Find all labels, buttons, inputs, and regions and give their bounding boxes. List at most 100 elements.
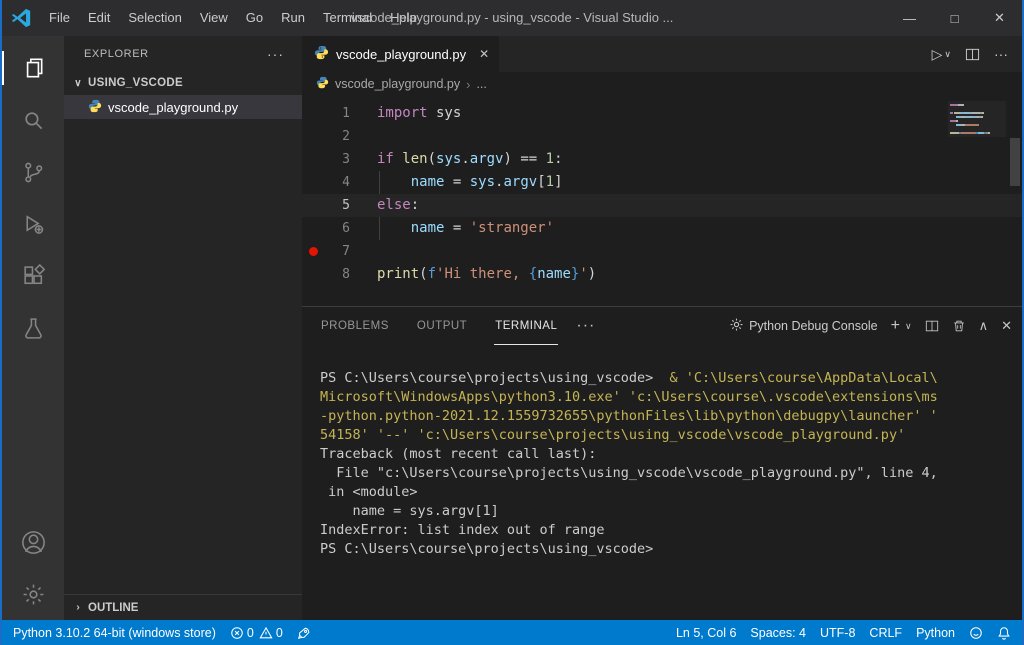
python-file-icon	[88, 99, 102, 116]
terminal-output[interactable]: PS C:\Users\course\projects\using_vscode…	[302, 345, 1022, 620]
code-line[interactable]: 3if len(sys.argv) == 1:	[302, 148, 1022, 171]
panel-header: PROBLEMS OUTPUT TERMINAL ··· Python Debug …	[302, 307, 1022, 345]
terminal-line: in <module>	[320, 483, 1008, 502]
line-number: 4	[324, 171, 350, 194]
breakpoint-gutter[interactable]	[302, 125, 324, 148]
python-interpreter[interactable]: Python 3.10.2 64-bit (windows store)	[6, 620, 223, 645]
indentation[interactable]: Spaces: 4	[743, 620, 813, 645]
breakpoint-gutter[interactable]	[302, 171, 324, 194]
chevron-right-icon: ›	[72, 602, 84, 613]
breakpoint-dot[interactable]	[302, 240, 324, 263]
breakpoint-gutter[interactable]	[302, 148, 324, 171]
maximize-button[interactable]: □	[932, 0, 977, 36]
breakpoint-gutter[interactable]	[302, 217, 324, 240]
editor-scrollbar[interactable]	[1010, 138, 1020, 186]
panel-more-actions-icon[interactable]: ···	[576, 317, 595, 335]
indent-guide	[379, 171, 380, 194]
breakpoint-gutter[interactable]	[302, 194, 324, 217]
editor-more-actions-icon[interactable]: ···	[994, 46, 1008, 62]
cursor-position[interactable]: Ln 5, Col 6	[669, 620, 743, 645]
code-text: print(f'Hi there, {name}')	[377, 263, 596, 286]
warning-icon	[259, 626, 273, 640]
indent-guide	[379, 217, 380, 240]
run-debug-icon[interactable]	[2, 198, 64, 250]
source-control-icon[interactable]	[2, 146, 64, 198]
python-file-icon	[316, 76, 329, 92]
breadcrumb-file[interactable]: vscode_playground.py	[335, 77, 460, 91]
tab-close-icon[interactable]: ✕	[479, 47, 489, 61]
menu-go[interactable]: Go	[237, 0, 272, 36]
code-line[interactable]: 8print(f'Hi there, {name}')	[302, 263, 1022, 286]
line-number: 6	[324, 217, 350, 240]
code-line[interactable]: 5else:	[302, 194, 1022, 217]
run-button[interactable]: ▷∨	[932, 46, 951, 63]
code-text: if len(sys.argv) == 1:	[377, 148, 563, 171]
minimap[interactable]	[948, 101, 1006, 137]
code-line[interactable]: 7	[302, 240, 1022, 263]
vscode-window: FileEditSelectionViewGoRunTerminalHelp v…	[0, 0, 1024, 645]
close-button[interactable]: ✕	[977, 0, 1022, 36]
breadcrumb-symbol-more[interactable]: ...	[476, 77, 486, 91]
terminal-line: name = sys.argv[1]	[320, 502, 1008, 521]
error-icon	[230, 626, 244, 640]
settings-gear-icon[interactable]	[2, 568, 64, 620]
terminal-line: PS C:\Users\course\projects\using_vscode…	[320, 540, 1008, 559]
split-terminal-icon[interactable]	[925, 319, 939, 333]
breakpoint-icon	[309, 247, 318, 256]
panel-tab-output[interactable]: OUTPUT	[416, 307, 468, 345]
explorer-more-actions-icon[interactable]: ···	[267, 46, 284, 62]
window-controls: — □ ✕	[887, 0, 1022, 36]
account-icon[interactable]	[2, 516, 64, 568]
folder-section-using-vscode[interactable]: ∨ USING_VSCODE	[64, 71, 302, 95]
chevron-down-icon: ∨	[72, 78, 84, 89]
panel-tab-problems[interactable]: PROBLEMS	[320, 307, 390, 345]
minimap-line	[950, 128, 1004, 130]
panel-tab-terminal[interactable]: TERMINAL	[494, 307, 558, 345]
minimap-line	[950, 120, 1004, 122]
minimize-button[interactable]: —	[887, 0, 932, 36]
search-icon[interactable]	[2, 94, 64, 146]
menu-file[interactable]: File	[40, 0, 79, 36]
code-line[interactable]: 2	[302, 125, 1022, 148]
tab-vscode-playground[interactable]: vscode_playground.py ✕	[302, 36, 500, 72]
language-mode[interactable]: Python	[909, 620, 962, 645]
menu-run[interactable]: Run	[272, 0, 314, 36]
breadcrumb[interactable]: vscode_playground.py › ...	[302, 72, 1022, 96]
code-line[interactable]: 6 name = 'stranger'	[302, 217, 1022, 240]
debug-launch-icon[interactable]	[290, 620, 318, 645]
testing-icon[interactable]	[2, 302, 64, 354]
feedback-icon[interactable]	[962, 620, 990, 645]
file-item[interactable]: vscode_playground.py	[64, 95, 302, 119]
code-text: name = sys.argv[1]	[377, 171, 563, 194]
encoding[interactable]: UTF-8	[813, 620, 862, 645]
activity-bar	[2, 36, 64, 620]
close-panel-icon[interactable]: ✕	[1001, 318, 1012, 334]
problems-indicator[interactable]: 0 0	[223, 620, 290, 645]
new-terminal-button[interactable]: +∨	[891, 317, 912, 335]
menu-view[interactable]: View	[191, 0, 237, 36]
terminal-profile-selector[interactable]: Python Debug Console	[729, 317, 878, 335]
warning-count: 0	[276, 626, 283, 640]
breakpoint-gutter[interactable]	[302, 102, 324, 125]
terminal-line: -python.python-2021.12.1559732655\python…	[320, 407, 1008, 426]
editor-actions: ▷∨ ···	[932, 36, 1022, 72]
menu-edit[interactable]: Edit	[79, 0, 119, 36]
minimap-line	[950, 116, 1004, 118]
bottom-panel: PROBLEMS OUTPUT TERMINAL ··· Python Debug …	[302, 306, 1022, 620]
code-line[interactable]: 4 name = sys.argv[1]	[302, 171, 1022, 194]
maximize-panel-icon[interactable]: ∧	[979, 318, 989, 334]
code-editor[interactable]: 1import sys23if len(sys.argv) == 1:4 nam…	[302, 96, 1022, 306]
code-line[interactable]: 1import sys	[302, 102, 1022, 125]
explorer-icon[interactable]	[2, 42, 64, 94]
debug-console-gear-icon	[729, 317, 744, 335]
breakpoint-gutter[interactable]	[302, 263, 324, 286]
error-count: 0	[247, 626, 254, 640]
split-editor-icon[interactable]	[965, 47, 980, 62]
notifications-bell-icon[interactable]	[990, 620, 1018, 645]
kill-terminal-trash-icon[interactable]	[952, 319, 966, 333]
extensions-icon[interactable]	[2, 250, 64, 302]
panel-actions: Python Debug Console +∨ ∧ ✕	[729, 317, 1012, 335]
eol-sequence[interactable]: CRLF	[862, 620, 909, 645]
menu-selection[interactable]: Selection	[119, 0, 190, 36]
outline-section[interactable]: › OUTLINE	[64, 594, 302, 620]
